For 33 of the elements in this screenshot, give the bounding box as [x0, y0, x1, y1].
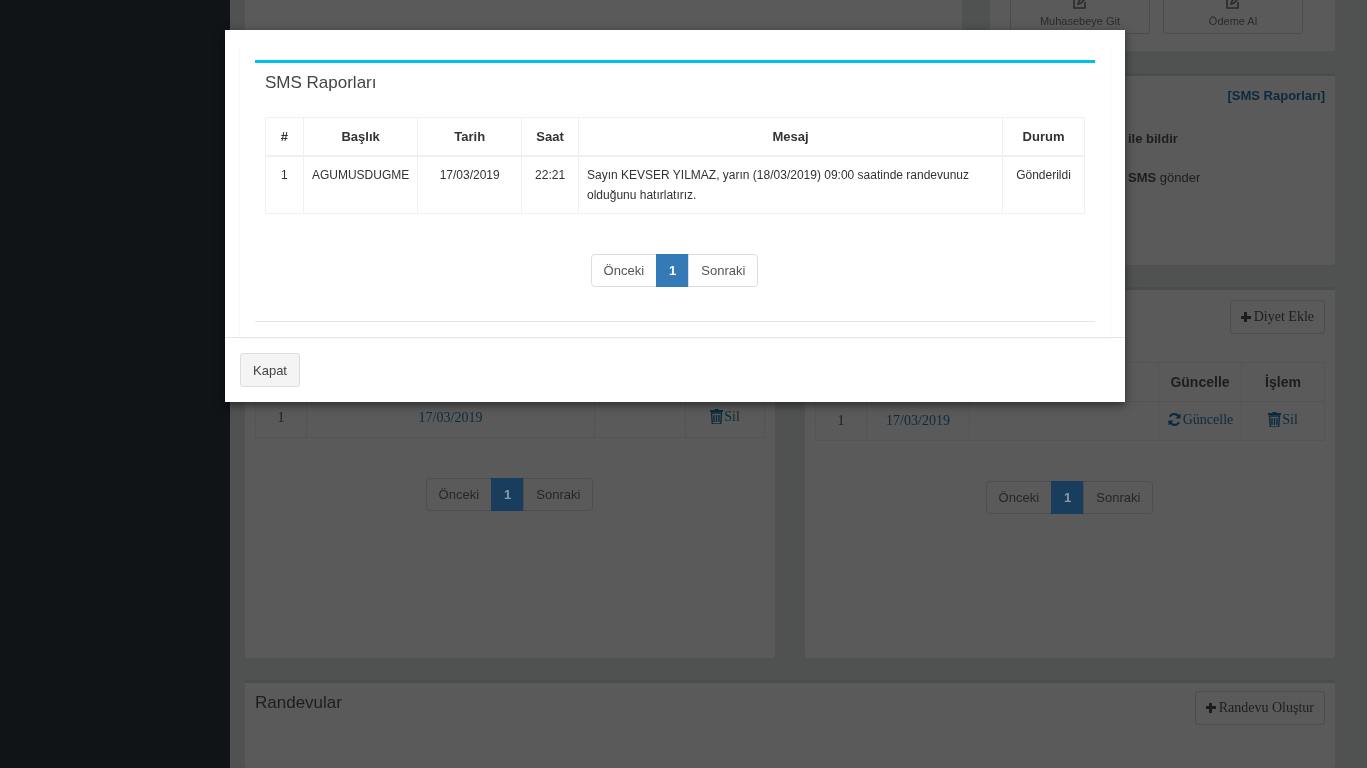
- table-cell: 22:21: [521, 156, 579, 214]
- table-cell: Gönderildi: [1002, 156, 1085, 214]
- table-cell: Sayın KEVSER YILMAZ, yarın (18/03/2019) 09:00 saatinde randevunuz olduğunu hatırlatırız.: [578, 156, 1003, 214]
- table-cell: 17/03/2019: [417, 156, 522, 214]
- sms-option-text: ile bildir: [1128, 130, 1179, 146]
- trash-icon: [1268, 412, 1282, 428]
- delete-link[interactable]: Sil: [1268, 411, 1298, 428]
- next-page-button[interactable]: Sonraki: [688, 254, 759, 287]
- create-appointment-button[interactable]: Randevu Oluştur: [1194, 690, 1325, 725]
- page-button[interactable]: 1: [1051, 481, 1085, 515]
- add-diet-button[interactable]: Diyet Ekle: [1229, 300, 1325, 335]
- delete-link[interactable]: Sil: [710, 408, 740, 425]
- column-header: İşlem: [1241, 362, 1325, 402]
- column-header: Güncelle: [1158, 362, 1242, 402]
- date-link[interactable]: 17/03/2019: [418, 410, 483, 427]
- close-button[interactable]: Kapat: [240, 353, 300, 387]
- refresh-icon: [1166, 412, 1182, 428]
- trash-icon: [710, 409, 724, 425]
- sms-reports-link[interactable]: [SMS Raporları]: [1227, 87, 1325, 103]
- page-button[interactable]: 1: [491, 478, 525, 512]
- column-header: #: [265, 117, 304, 156]
- page-button[interactable]: 1: [656, 254, 690, 287]
- column-header: Saat: [521, 117, 579, 156]
- previous-page-button[interactable]: Önceki: [590, 254, 658, 287]
- table-cell: AGUMUSDUGME: [303, 156, 418, 214]
- panel-title: Randevular: [255, 692, 342, 713]
- modal-title: SMS Raporları: [265, 73, 378, 94]
- sms-option-text: SMS gönder: [1128, 169, 1202, 185]
- column-header: Durum: [1002, 117, 1085, 156]
- column-header: Başlık: [303, 117, 418, 156]
- table-cell: 1: [265, 156, 304, 214]
- column-header: Mesaj: [578, 117, 1003, 156]
- column-header: Tarih: [417, 117, 522, 156]
